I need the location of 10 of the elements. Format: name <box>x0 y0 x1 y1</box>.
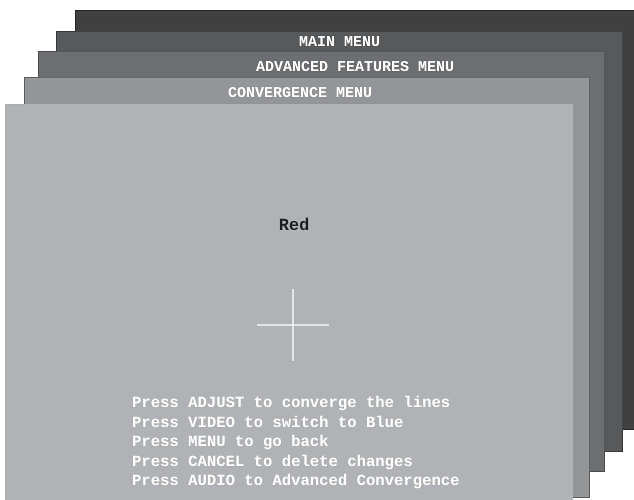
color-heading: Red <box>278 216 310 238</box>
menu-title: MAIN MENU <box>299 33 380 53</box>
instruction-text: Press CANCEL to delete changes <box>132 452 414 472</box>
crosshair-icon <box>256 289 328 361</box>
instruction-text: Press AUDIO to Advanced Convergence <box>132 472 460 492</box>
menu-title: CONVERGENCE MENU <box>228 84 372 104</box>
instruction-text: Press MENU to go back <box>132 433 330 452</box>
instruction-text: Press ADJUST to converge the lines <box>132 394 452 414</box>
menu-title: ADVANCED FEATURES MENU <box>256 58 454 78</box>
instruction-text: Press VIDEO to switch to Blue <box>132 414 404 433</box>
